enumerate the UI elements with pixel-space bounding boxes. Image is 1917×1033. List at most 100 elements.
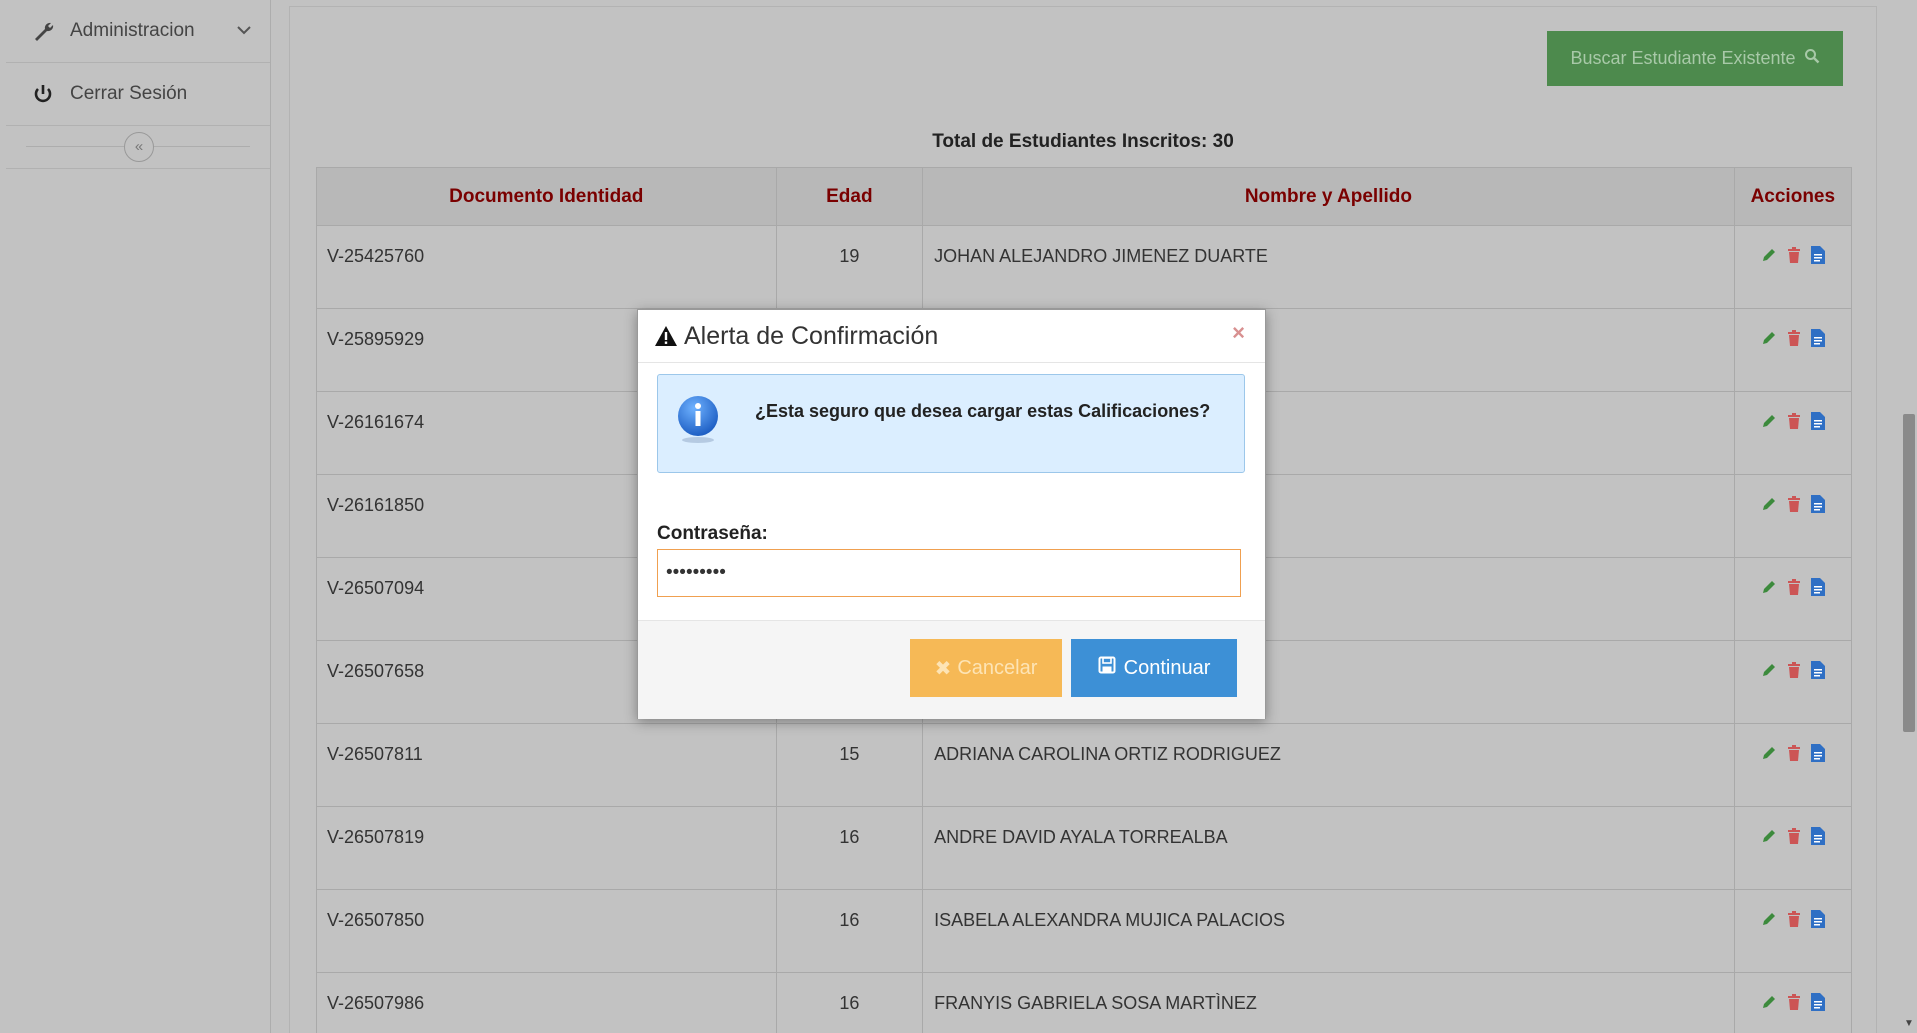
cell-edad: 15 — [775, 723, 924, 807]
cell-documento: V-26507850 — [316, 889, 777, 973]
document-icon[interactable] — [1810, 744, 1825, 767]
delete-trash-icon[interactable] — [1787, 911, 1801, 932]
document-icon[interactable] — [1810, 495, 1825, 518]
wrench-icon — [28, 20, 58, 42]
cell-nombre: ADRIANA CAROLINA ORTIZ RODRIGUEZ — [922, 723, 1735, 807]
document-icon[interactable] — [1810, 329, 1825, 352]
info-icon — [676, 394, 720, 449]
cell-documento: V-26507819 — [316, 806, 777, 890]
table-header-row: Documento Identidad Edad Nombre y Apelli… — [316, 167, 1853, 226]
cell-acciones — [1733, 806, 1853, 890]
cell-documento: V-26507986 — [316, 972, 777, 1033]
cell-nombre: ISABELA ALEXANDRA MUJICA PALACIOS — [922, 889, 1735, 973]
cell-acciones — [1733, 391, 1853, 475]
document-icon[interactable] — [1810, 578, 1825, 601]
cell-nombre: ANDRE DAVID AYALA TORREALBA — [922, 806, 1735, 890]
sidebar-item-label: Administracion — [70, 20, 195, 41]
cancel-x-icon: ✖ — [934, 657, 952, 680]
page-scrollbar[interactable]: ▼ — [1899, 0, 1917, 1033]
header-edad: Edad — [775, 167, 924, 226]
modal-title: Alerta de Confirmación — [684, 321, 939, 350]
edit-pencil-icon[interactable] — [1761, 496, 1777, 517]
table-row: V-26507850 16 ISABELA ALEXANDRA MUJICA PAL… — [316, 889, 1853, 973]
document-icon[interactable] — [1810, 246, 1825, 269]
document-icon[interactable] — [1810, 993, 1825, 1016]
cell-edad: 16 — [775, 806, 924, 890]
edit-pencil-icon[interactable] — [1761, 413, 1777, 434]
cell-acciones — [1733, 308, 1853, 392]
modal-header: Alerta de Confirmación × — [638, 310, 1265, 363]
cell-acciones — [1733, 474, 1853, 558]
sidebar-item-administracion[interactable]: Administracion — [6, 0, 270, 63]
continue-button-label: Continuar — [1123, 656, 1211, 679]
cell-edad: 19 — [775, 225, 924, 309]
edit-pencil-icon[interactable] — [1761, 247, 1777, 268]
chevron-down-icon[interactable] — [236, 20, 252, 42]
edit-pencil-icon[interactable] — [1761, 745, 1777, 766]
header-nombre: Nombre y Apellido — [922, 167, 1735, 226]
scroll-down-arrow-icon[interactable]: ▼ — [1904, 1018, 1914, 1029]
cell-documento: V-25425760 — [316, 225, 777, 309]
delete-trash-icon[interactable] — [1787, 828, 1801, 849]
power-icon — [28, 83, 58, 105]
cell-edad: 16 — [775, 972, 924, 1033]
cell-documento: V-26507811 — [316, 723, 777, 807]
table-row: V-26507819 16 ANDRE DAVID AYALA TORREALBA — [316, 806, 1853, 890]
cancel-button[interactable]: ✖ Cancelar — [910, 639, 1062, 697]
info-alert: ¿Esta seguro que desea cargar estas Cali… — [657, 374, 1245, 473]
delete-trash-icon[interactable] — [1787, 994, 1801, 1015]
cell-acciones — [1733, 972, 1853, 1033]
edit-pencil-icon[interactable] — [1761, 828, 1777, 849]
search-student-button[interactable]: Buscar Estudiante Existente — [1547, 31, 1843, 86]
cancel-button-label: Cancelar — [957, 656, 1038, 679]
close-icon[interactable]: × — [1232, 320, 1245, 346]
table-row: V-26507811 15 ADRIANA CAROLINA ORTIZ RODRI… — [316, 723, 1853, 807]
sidebar-item-cerrar-sesion[interactable]: Cerrar Sesión — [6, 63, 270, 126]
edit-pencil-icon[interactable] — [1761, 911, 1777, 932]
document-icon[interactable] — [1810, 661, 1825, 684]
edit-pencil-icon[interactable] — [1761, 662, 1777, 683]
confirmation-modal: Alerta de Confirmación × ¿Esta seguro qu… — [637, 309, 1266, 719]
edit-pencil-icon[interactable] — [1761, 994, 1777, 1015]
delete-trash-icon[interactable] — [1787, 496, 1801, 517]
delete-trash-icon[interactable] — [1787, 247, 1801, 268]
document-icon[interactable] — [1810, 827, 1825, 850]
warning-icon — [654, 325, 678, 347]
total-students-label: Total de Estudiantes Inscritos: 30 — [932, 131, 1234, 152]
table-row: V-26507986 16 FRANYIS GABRIELA SOSA MARTÌN… — [316, 972, 1853, 1033]
delete-trash-icon[interactable] — [1787, 579, 1801, 600]
table-row: V-25425760 19 JOHAN ALEJANDRO JIMENEZ DUAR… — [316, 225, 1853, 309]
cell-nombre: FRANYIS GABRIELA SOSA MARTÌNEZ — [922, 972, 1735, 1033]
sidebar-collapse-row: « — [6, 126, 270, 169]
continue-button[interactable]: Continuar — [1071, 639, 1237, 697]
search-button-label: Buscar Estudiante Existente — [1570, 48, 1796, 68]
delete-trash-icon[interactable] — [1787, 745, 1801, 766]
cell-acciones — [1733, 889, 1853, 973]
confirmation-message: ¿Esta seguro que desea cargar estas Cali… — [755, 401, 1211, 421]
delete-trash-icon[interactable] — [1787, 662, 1801, 683]
cell-acciones — [1733, 557, 1853, 641]
delete-trash-icon[interactable] — [1787, 413, 1801, 434]
edit-pencil-icon[interactable] — [1761, 330, 1777, 351]
cell-acciones — [1733, 723, 1853, 807]
document-icon[interactable] — [1810, 412, 1825, 435]
password-field[interactable] — [657, 549, 1241, 597]
modal-footer: ✖ Cancelar Continuar — [638, 620, 1265, 719]
search-icon — [1804, 48, 1820, 69]
document-icon[interactable] — [1810, 910, 1825, 933]
cell-nombre: JOHAN ALEJANDRO JIMENEZ DUARTE — [922, 225, 1735, 309]
sidebar: Administracion Cerrar Sesión « — [6, 0, 271, 1033]
sidebar-collapse-button[interactable]: « — [124, 132, 154, 162]
header-documento: Documento Identidad — [316, 167, 777, 226]
edit-pencil-icon[interactable] — [1761, 579, 1777, 600]
delete-trash-icon[interactable] — [1787, 330, 1801, 351]
password-label: Contraseña: — [657, 523, 768, 544]
app-window: Administracion Cerrar Sesión « Buscar Es… — [0, 0, 1917, 1033]
cell-acciones — [1733, 640, 1853, 724]
cell-edad: 16 — [775, 889, 924, 973]
sidebar-item-label: Cerrar Sesión — [70, 83, 188, 104]
scrollbar-thumb[interactable] — [1903, 414, 1915, 732]
cell-acciones — [1733, 225, 1853, 309]
header-acciones: Acciones — [1733, 167, 1853, 226]
save-floppy-icon — [1098, 656, 1116, 680]
